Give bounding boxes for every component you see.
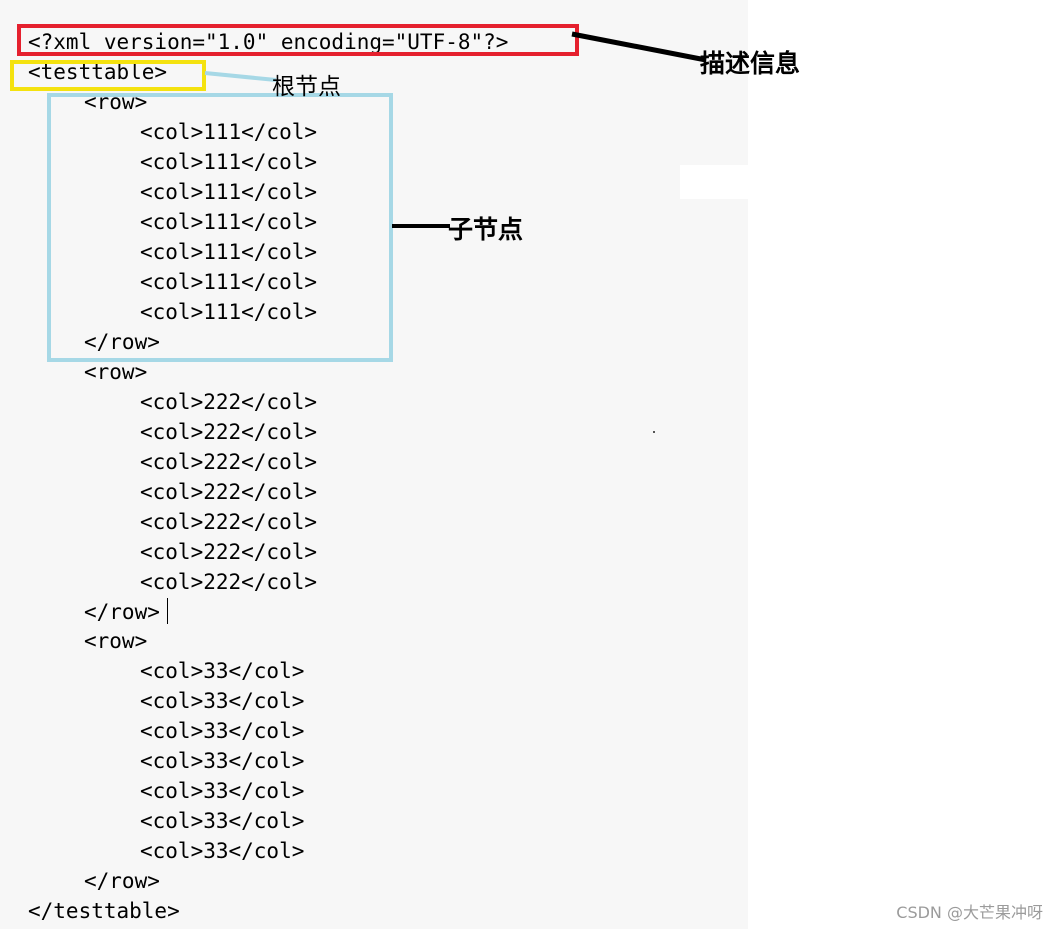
root-node-annotation: 根节点	[272, 74, 341, 100]
watermark: CSDN @大芒果冲呀	[896, 903, 1043, 922]
root-node-leader-line	[204, 71, 277, 82]
description-annotation: 描述信息	[700, 49, 801, 78]
child-node-annotation: 子节点	[448, 215, 524, 244]
leader-lines	[204, 31, 707, 228]
description-leader-line	[571, 31, 707, 63]
